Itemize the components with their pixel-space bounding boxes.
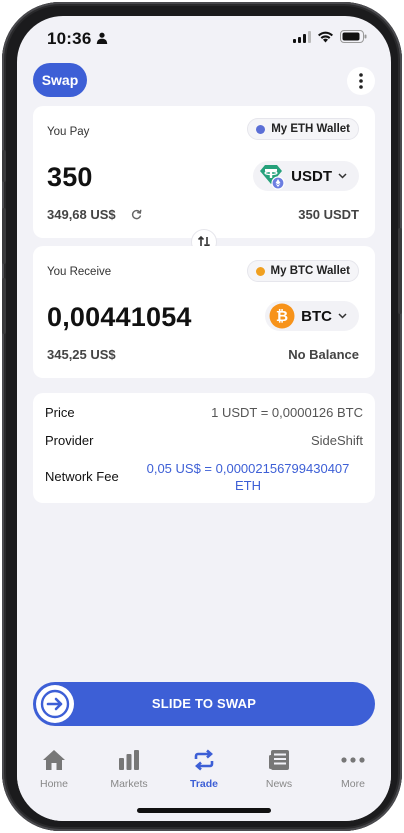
newspaper-icon [269,750,289,770]
tab-trade[interactable]: Trade [174,746,234,790]
ellipsis-icon [341,757,365,763]
tab-more[interactable]: More [323,746,383,790]
battery-icon [340,30,367,43]
svg-text:₿: ₿ [276,307,288,325]
pay-balance: 350 USDT [298,207,359,222]
pay-amount-input[interactable]: 350 [47,162,93,193]
pay-token-symbol: USDT [291,167,332,185]
swap-arrows-icon [194,749,214,771]
network-fee-label: Network Fee [45,469,119,484]
pay-wallet-name: My ETH Wallet [271,123,350,135]
receive-wallet-name: My BTC Wallet [270,265,350,277]
tab-more-label: More [341,778,365,790]
volume-down-button [2,278,6,334]
home-icon [43,750,65,770]
pay-card: You Pay My ETH Wallet 350 USDT 349,68 US… [33,106,375,238]
eth-wallet-dot-icon [256,124,266,134]
slider-label: SLIDE TO SWAP [151,696,257,711]
pay-fiat-value: 349,68 US$ [47,207,116,222]
swap-tab-button[interactable]: Swap [33,63,87,97]
provider-label: Provider [45,433,94,448]
receive-token-selector[interactable]: ₿ BTC [265,301,359,331]
slide-to-swap-slider[interactable]: SLIDE TO SWAP [33,682,375,726]
pay-token-selector[interactable]: USDT [253,161,359,191]
pay-label: You Pay [47,126,90,138]
tab-news-label: News [265,778,293,790]
receive-wallet-chip[interactable]: My BTC Wallet [246,260,359,282]
provider-value: SideShift [310,433,363,448]
power-button [398,228,402,314]
refresh-icon[interactable] [131,209,142,220]
person-icon [96,32,108,44]
wifi-icon [318,31,333,42]
receive-amount: 0,00441054 [47,302,192,332]
vertical-ellipsis-icon [359,73,363,89]
status-time: 10:36 [47,29,92,48]
phone-frame: 10:36 Swap You Pay My ETH Wallet 350 USD… [2,2,402,831]
bitcoin-icon: ₿ [269,303,295,329]
status-icons [293,30,367,43]
tab-news[interactable]: News [249,746,309,790]
price-value: 1 USDT = 0,0000126 BTC [211,405,363,420]
receive-token-symbol: BTC [301,307,332,325]
btc-wallet-dot-icon [255,266,265,276]
home-indicator[interactable] [137,808,271,813]
cellular-signal-icon [293,30,311,43]
tab-markets-label: Markets [110,778,148,790]
receive-balance: No Balance [288,347,359,362]
tab-markets[interactable]: Markets [99,746,159,790]
mute-switch [2,150,6,182]
network-fee-value[interactable]: 0,05 US$ = 0,00002156799430407 ETH [133,460,363,494]
bar-chart-icon [119,750,139,770]
receive-label: You Receive [47,266,112,278]
chevron-down-icon [338,313,347,319]
receive-fiat-value: 345,25 US$ [47,347,116,362]
screen: 10:36 Swap You Pay My ETH Wallet 350 USD… [17,16,391,821]
pay-wallet-chip[interactable]: My ETH Wallet [247,118,359,140]
chevron-down-icon [338,173,347,179]
receive-card: You Receive My BTC Wallet 0,00441054 ₿ B… [33,246,375,378]
price-label: Price [45,405,75,420]
status-bar: 10:36 [17,16,391,60]
tab-home-label: Home [39,778,68,790]
tab-trade-label: Trade [189,778,218,790]
tab-home[interactable]: Home [24,746,84,790]
more-options-button[interactable] [347,67,375,95]
usdt-tether-icon [260,165,285,190]
quote-info-card: Price 1 USDT = 0,0000126 BTC Provider Si… [33,393,375,503]
volume-up-button [2,208,6,264]
